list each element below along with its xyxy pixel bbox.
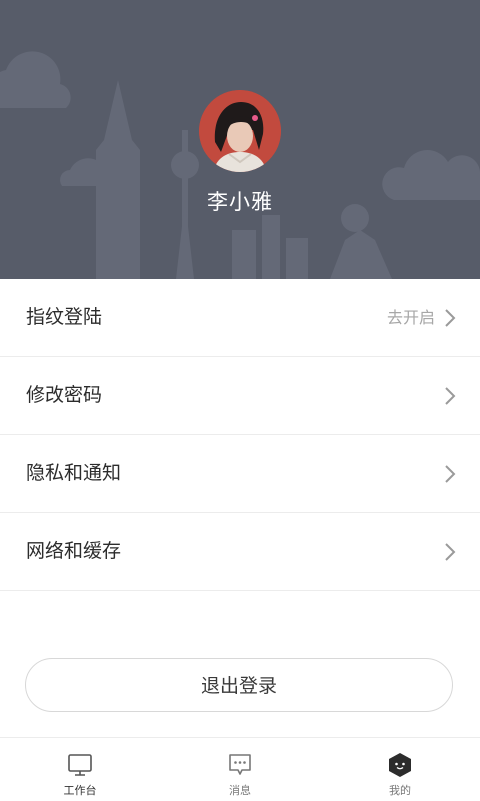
profile-header: 李小雅	[0, 0, 480, 279]
settings-menu: 指纹登陆 去开启 修改密码 隐私和通知 网络和缓存	[0, 279, 480, 591]
bottom-tab-bar: 工作台 消息 我的	[0, 737, 480, 801]
monitor-icon	[68, 754, 92, 776]
menu-item-fingerprint-login[interactable]: 指纹登陆 去开启	[0, 279, 480, 357]
tab-label: 我的	[389, 784, 411, 797]
tab-messages[interactable]: 消息	[160, 738, 320, 801]
chevron-right-icon	[445, 309, 456, 327]
menu-item-label: 修改密码	[26, 384, 103, 406]
menu-item-label: 隐私和通知	[26, 462, 122, 484]
menu-item-privacy-notifications[interactable]: 隐私和通知	[0, 435, 480, 513]
user-name: 李小雅	[207, 190, 273, 214]
menu-item-change-password[interactable]: 修改密码	[0, 357, 480, 435]
chevron-right-icon	[445, 387, 456, 405]
menu-item-network-cache[interactable]: 网络和缓存	[0, 513, 480, 591]
tab-label: 工作台	[63, 784, 97, 797]
profile-hexagon-icon	[389, 753, 411, 777]
menu-item-label: 指纹登陆	[26, 306, 103, 328]
menu-item-value: 去开启	[386, 308, 435, 327]
message-icon	[229, 754, 251, 775]
tab-workbench[interactable]: 工作台	[0, 738, 160, 801]
tab-mine[interactable]: 我的	[320, 738, 480, 801]
tab-label: 消息	[229, 784, 251, 797]
chevron-right-icon	[445, 543, 456, 561]
logout-button[interactable]: 退出登录	[25, 658, 453, 712]
menu-item-label: 网络和缓存	[26, 540, 122, 562]
chevron-right-icon	[445, 465, 456, 483]
user-avatar[interactable]	[199, 90, 281, 172]
